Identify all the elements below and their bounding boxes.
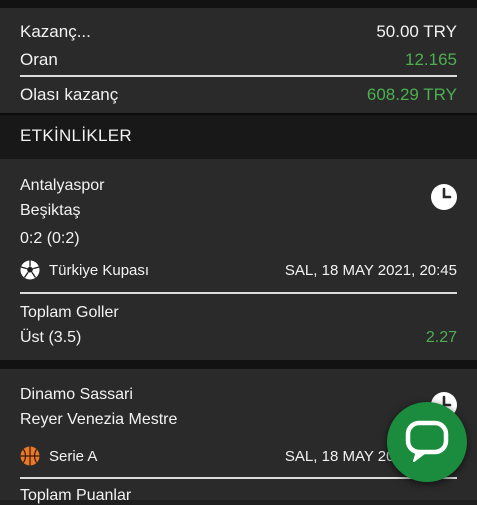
divider — [20, 75, 457, 77]
chat-button[interactable] — [387, 402, 467, 482]
section-title: ETKİNLİKLER — [20, 126, 132, 145]
chat-bubble-icon — [405, 420, 449, 462]
divider — [20, 292, 457, 294]
away-team: Beşiktaş — [20, 202, 81, 219]
basketball-icon — [20, 446, 40, 466]
odds-value: 12.165 — [405, 50, 457, 69]
away-team: Reyer Venezia Mestre — [20, 411, 178, 428]
market-name: Toplam Goller — [20, 304, 119, 321]
league-name: Türkiye Kupası — [49, 262, 150, 279]
market-name: Toplam Puanlar — [20, 487, 132, 504]
soccer-ball-icon — [20, 260, 40, 280]
clock-icon — [431, 184, 457, 210]
stake-value: 50.00 TRY — [376, 22, 457, 41]
event-datetime: SAL, 18 MAY 2021, 20:45 — [284, 262, 457, 279]
selection-name: Üst (3.5) — [20, 329, 82, 346]
home-team: Antalyaspor — [20, 177, 105, 194]
home-team: Dinamo Sassari — [20, 386, 133, 403]
stake-row: Kazanç... 50.00 TRY — [20, 22, 457, 42]
bet-summary: Kazanç... 50.00 TRY Oran 12.165 Olası ka… — [0, 8, 477, 113]
odds-row: Oran 12.165 — [20, 50, 457, 70]
league-name: Serie A — [49, 448, 98, 465]
score: 0:2 (0:2) — [20, 230, 80, 247]
events-section-header: ETKİNLİKLER — [0, 113, 477, 161]
event-card[interactable]: Antalyaspor Beşiktaş 0:2 (0:2) Türkiye K… — [0, 159, 477, 360]
potential-win-row: Olası kazanç 608.29 TRY — [20, 85, 457, 105]
potential-win-value: 608.29 TRY — [366, 85, 457, 104]
card-separator — [0, 360, 477, 369]
top-bar — [0, 0, 477, 8]
stake-label: Kazanç... — [20, 22, 91, 41]
selection-odds: 2.27 — [425, 329, 457, 346]
odds-label: Oran — [20, 50, 58, 69]
potential-win-label: Olası kazanç — [20, 85, 119, 104]
